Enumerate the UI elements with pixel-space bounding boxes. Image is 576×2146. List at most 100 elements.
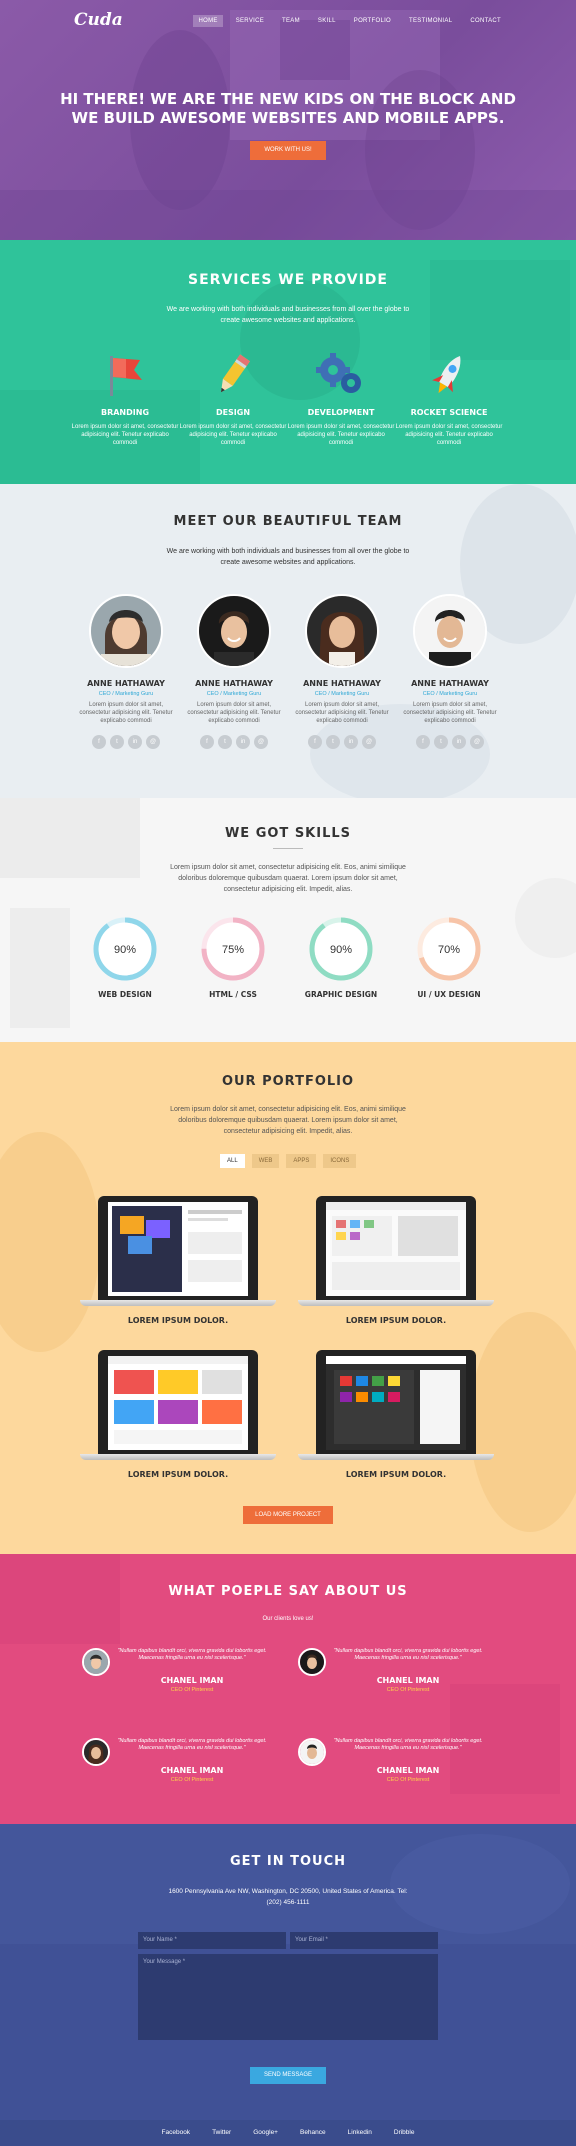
send-message-button[interactable]: SEND MESSAGE bbox=[250, 2067, 326, 2084]
flag-icon bbox=[70, 350, 180, 400]
pencil-icon bbox=[178, 350, 288, 400]
portfolio-filters: ALL WEB APPS ICONS bbox=[220, 1154, 357, 1168]
linkedin-icon[interactable]: in bbox=[452, 735, 466, 749]
testimonial-name: CHANEL IMAN bbox=[376, 1676, 440, 1685]
message-field[interactable]: Your Message * bbox=[138, 1954, 438, 2040]
member-role: CEO / Marketing Guru bbox=[206, 691, 262, 697]
nav-item-testimonial[interactable]: TESTIMONIAL bbox=[404, 15, 457, 27]
avatar bbox=[305, 594, 379, 668]
member-text: Lorem ipsum dolor sit amet, consectetur … bbox=[403, 702, 497, 724]
team-intro: We are working with both individuals and… bbox=[166, 548, 410, 566]
linkedin-icon[interactable]: in bbox=[128, 735, 142, 749]
main-nav: HOME SERVICE TEAM SKILL PORTFOLIO TESTIM… bbox=[193, 15, 506, 27]
skill-label: UI / UX DESIGN bbox=[417, 990, 481, 999]
avatar bbox=[89, 594, 163, 668]
email-icon[interactable]: @ bbox=[470, 735, 484, 749]
avatar bbox=[298, 1648, 326, 1676]
linkedin-icon[interactable]: in bbox=[344, 735, 358, 749]
contact-address: 1600 Pennsylvania Ave NW, Washington, DC… bbox=[168, 1888, 408, 1906]
twitter-icon[interactable]: t bbox=[326, 735, 340, 749]
testimonial-role: CEO Of Pinterest bbox=[386, 1777, 430, 1783]
skills-section: WE GOT SKILLS Lorem ipsum dolor sit amet… bbox=[0, 798, 576, 1042]
portfolio-caption: LOREM IPSUM DOLOR. bbox=[127, 1470, 229, 1479]
member-name: ANNE HATHAWAY bbox=[303, 679, 381, 688]
facebook-icon[interactable]: f bbox=[308, 735, 322, 749]
footer-link-facebook[interactable]: Facebook bbox=[162, 2129, 191, 2136]
site-logo[interactable]: Cuda bbox=[74, 10, 123, 30]
nav-item-skill[interactable]: SKILL bbox=[313, 15, 341, 27]
skill-ring: 90% bbox=[93, 917, 157, 981]
facebook-icon[interactable]: f bbox=[92, 735, 106, 749]
twitter-icon[interactable]: t bbox=[218, 735, 232, 749]
testimonials-section: WHAT POEPLE SAY ABOUT US Our clients lov… bbox=[0, 1554, 576, 1824]
avatar bbox=[82, 1738, 110, 1766]
footer-link-dribble[interactable]: Dribble bbox=[394, 2129, 415, 2136]
portfolio-item[interactable]: LOREM IPSUM DOLOR. bbox=[80, 1196, 276, 1325]
filter-web[interactable]: WEB bbox=[251, 1154, 280, 1168]
email-field[interactable]: Your Email * bbox=[290, 1932, 438, 1949]
work-with-us-button[interactable]: WORK WITH US! bbox=[250, 141, 326, 160]
nav-item-portfolio[interactable]: PORTFOLIO bbox=[349, 15, 396, 27]
email-icon[interactable]: @ bbox=[362, 735, 376, 749]
service-rocket-science: ROCKET SCIENCE Lorem ipsum dolor sit ame… bbox=[394, 350, 504, 447]
testimonial-quote: "Nullam dapibus blandit orci, viverra gr… bbox=[117, 1648, 267, 1661]
nav-item-contact[interactable]: CONTACT bbox=[465, 15, 506, 27]
skill-ui-ux-design: 70% UI / UX DESIGN bbox=[399, 916, 499, 999]
twitter-icon[interactable]: t bbox=[110, 735, 124, 749]
member-role: CEO / Marketing Guru bbox=[98, 691, 154, 697]
portfolio-item[interactable]: LOREM IPSUM DOLOR. bbox=[298, 1196, 494, 1325]
twitter-icon[interactable]: t bbox=[434, 735, 448, 749]
testimonial-name: CHANEL IMAN bbox=[376, 1766, 440, 1775]
email-icon[interactable]: @ bbox=[254, 735, 268, 749]
filter-icons[interactable]: ICONS bbox=[323, 1154, 357, 1168]
skill-label: HTML / CSS bbox=[209, 990, 257, 999]
email-icon[interactable]: @ bbox=[146, 735, 160, 749]
service-text: Lorem ipsum dolor sit amet, consectetur … bbox=[287, 424, 395, 446]
footer-link-twitter[interactable]: Twitter bbox=[212, 2129, 231, 2136]
portfolio-caption: LOREM IPSUM DOLOR. bbox=[127, 1316, 229, 1325]
testimonial-role: CEO Of Pinterest bbox=[386, 1687, 430, 1693]
footer-link-google-plus[interactable]: Google+ bbox=[253, 2129, 278, 2136]
nav-item-team[interactable]: TEAM bbox=[277, 15, 305, 27]
footer-link-linkedin[interactable]: Linkedin bbox=[348, 2129, 372, 2136]
footer-link-behance[interactable]: Behance bbox=[300, 2129, 326, 2136]
service-design: DESIGN Lorem ipsum dolor sit amet, conse… bbox=[178, 350, 288, 447]
avatar bbox=[197, 594, 271, 668]
laptop-mockup bbox=[98, 1196, 258, 1300]
gears-icon bbox=[286, 350, 396, 400]
skill-percent: 70% bbox=[438, 944, 460, 956]
nav-item-home[interactable]: HOME bbox=[193, 15, 223, 27]
rocket-icon bbox=[394, 350, 504, 400]
skills-title: WE GOT SKILLS bbox=[224, 826, 352, 841]
linkedin-icon[interactable]: in bbox=[236, 735, 250, 749]
team-section: MEET OUR BEAUTIFUL TEAM We are working w… bbox=[0, 484, 576, 798]
testimonial: "Nullam dapibus blandit orci, viverra gr… bbox=[298, 1648, 498, 1702]
skill-web-design: 90% WEB DESIGN bbox=[75, 916, 175, 999]
testimonial-role: CEO Of Pinterest bbox=[170, 1777, 214, 1783]
member-role: CEO / Marketing Guru bbox=[422, 691, 478, 697]
footer-links: Facebook Twitter Google+ Behance Linkedi… bbox=[0, 2129, 576, 2136]
hero-title: HI THERE! WE ARE THE NEW KIDS ON THE BLO… bbox=[60, 90, 516, 127]
facebook-icon[interactable]: f bbox=[200, 735, 214, 749]
portfolio-item[interactable]: LOREM IPSUM DOLOR. bbox=[80, 1350, 276, 1479]
skill-ring: 90% bbox=[309, 917, 373, 981]
services-title: SERVICES WE PROVIDE bbox=[188, 272, 388, 288]
portfolio-item[interactable]: LOREM IPSUM DOLOR. bbox=[298, 1350, 494, 1479]
service-text: Lorem ipsum dolor sit amet, consectetur … bbox=[71, 424, 179, 446]
nav-item-service[interactable]: SERVICE bbox=[231, 15, 269, 27]
portfolio-section: OUR PORTFOLIO Lorem ipsum dolor sit amet… bbox=[0, 1042, 576, 1554]
filter-all[interactable]: ALL bbox=[220, 1154, 245, 1168]
team-member: ANNE HATHAWAY CEO / Marketing Guru Lorem… bbox=[76, 594, 176, 749]
testimonial-quote: "Nullam dapibus blandit orci, viverra gr… bbox=[333, 1648, 483, 1661]
name-field[interactable]: Your Name * bbox=[138, 1932, 286, 1949]
member-name: ANNE HATHAWAY bbox=[411, 679, 489, 688]
filter-apps[interactable]: APPS bbox=[286, 1154, 317, 1168]
skill-ring: 70% bbox=[417, 917, 481, 981]
facebook-icon[interactable]: f bbox=[416, 735, 430, 749]
member-text: Lorem ipsum dolor sit amet, consectetur … bbox=[187, 702, 281, 724]
testimonial-quote: "Nullam dapibus blandit orci, viverra gr… bbox=[333, 1738, 483, 1751]
member-text: Lorem ipsum dolor sit amet, consectetur … bbox=[79, 702, 173, 724]
load-more-button[interactable]: LOAD MORE PROJECT bbox=[243, 1506, 333, 1524]
laptop-mockup bbox=[316, 1350, 476, 1454]
testimonial: "Nullam dapibus blandit orci, viverra gr… bbox=[82, 1738, 282, 1792]
